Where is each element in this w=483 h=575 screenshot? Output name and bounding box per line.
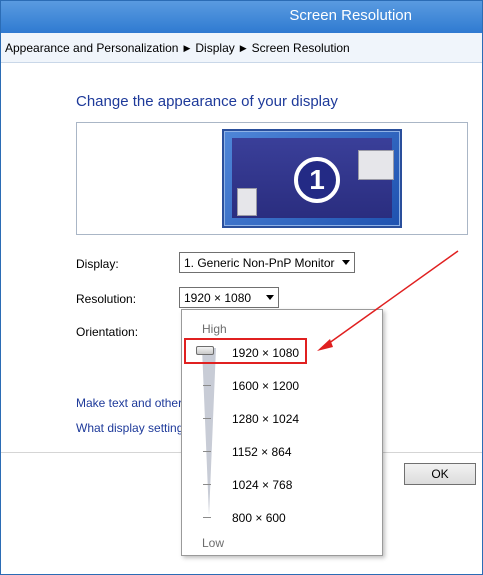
screen-resolution-window: Screen Resolution Appearance and Persona… bbox=[0, 0, 483, 575]
annotation-arrow bbox=[317, 250, 459, 351]
